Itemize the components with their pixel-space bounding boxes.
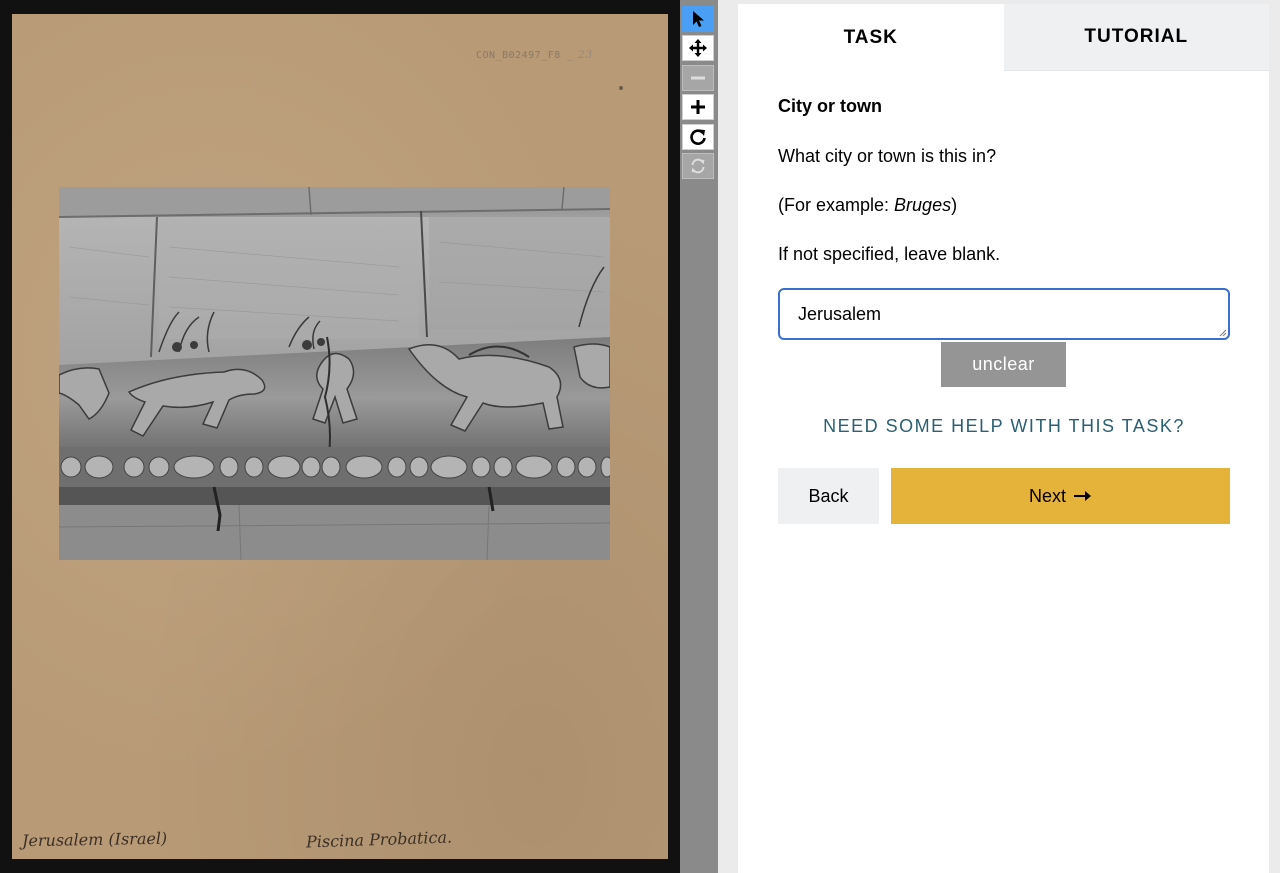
- tab-tutorial[interactable]: TUTORIAL: [1003, 4, 1269, 71]
- pointer-arrow-icon: [693, 11, 704, 27]
- app: CON_B02497_F8 _ 23 Jerusalem (Israel) Pi…: [0, 0, 1280, 873]
- example-value: Bruges: [894, 195, 952, 215]
- viewer-toolbar: [680, 0, 718, 873]
- zoom-in-button[interactable]: [682, 94, 714, 120]
- subject-viewer[interactable]: CON_B02497_F8 _ 23 Jerusalem (Israel) Pi…: [0, 0, 680, 873]
- tab-task[interactable]: TASK: [738, 4, 1004, 71]
- move-arrows-icon: [689, 39, 707, 57]
- handwritten-location: Jerusalem (Israel): [21, 828, 168, 851]
- refresh-icon: [691, 158, 705, 174]
- page-number: 23: [577, 48, 593, 61]
- task-example: (For example: Bruges): [778, 195, 957, 216]
- task-question: What city or town is this in?: [778, 146, 997, 166]
- rotate-icon: [690, 129, 706, 145]
- minus-icon: [691, 76, 705, 80]
- city-answer-input[interactable]: [778, 288, 1230, 340]
- move-tool-button[interactable]: [682, 35, 714, 61]
- example-prefix: (For example:: [778, 195, 895, 215]
- archive-card: CON_B02497_F8 _ 23 Jerusalem (Israel) Pi…: [12, 14, 668, 859]
- next-button[interactable]: Next: [891, 468, 1230, 524]
- resize-grip-icon[interactable]: [1219, 329, 1227, 337]
- arrow-right-icon: [1074, 491, 1091, 501]
- paper-speck: [619, 86, 623, 90]
- zoom-out-button[interactable]: [682, 65, 714, 91]
- task-title: City or town: [778, 96, 882, 116]
- next-button-label: Next: [1028, 485, 1066, 506]
- example-suffix: ): [951, 195, 958, 215]
- plus-icon: [691, 100, 705, 114]
- reference-stamp: CON_B02497_F8 _ 23: [476, 48, 593, 61]
- relief-photograph: [59, 187, 610, 560]
- reference-code: CON_B02497_F8: [476, 50, 561, 61]
- rotate-button[interactable]: [682, 124, 714, 150]
- task-instruction: If not specified, leave blank.: [778, 244, 1001, 264]
- back-button[interactable]: Back: [778, 468, 879, 524]
- handwritten-site: Piscina Probatica.: [305, 827, 453, 852]
- need-help-link[interactable]: NEED SOME HELP WITH THIS TASK?: [778, 416, 1230, 437]
- task-panel: TASK TUTORIAL City or town What city or …: [738, 4, 1269, 873]
- panel-tabs: TASK TUTORIAL: [738, 4, 1269, 71]
- select-tool-button[interactable]: [682, 6, 714, 32]
- reset-view-button[interactable]: [682, 153, 714, 179]
- unclear-button[interactable]: unclear: [941, 342, 1066, 387]
